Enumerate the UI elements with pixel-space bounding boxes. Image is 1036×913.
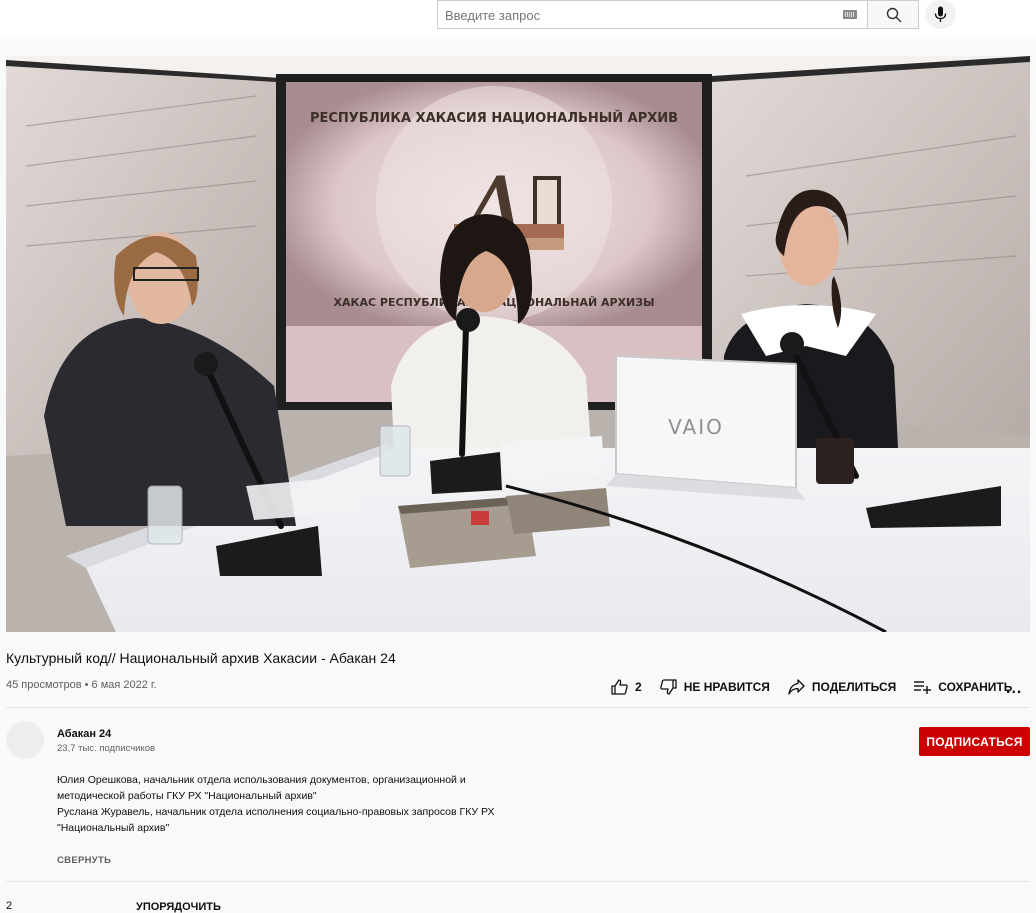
video-player[interactable]: A РЕСПУБЛИКА ХАКАСИЯ НАЦИОНАЛЬНЫЙ АРХИВ …: [6, 56, 1030, 632]
video-title: Культурный код// Национальный архив Хака…: [6, 650, 396, 666]
channel-name[interactable]: Абакан 24: [57, 728, 111, 740]
divider: [6, 881, 1030, 882]
playlist-add-icon: [914, 681, 932, 694]
description-line: Руслана Журавель, начальник отдела испол…: [57, 806, 495, 834]
upload-date: 6 мая 2022 г.: [91, 679, 157, 691]
view-count: 45 просмотров: [6, 679, 82, 691]
sort-comments-button[interactable]: УПОРЯДОЧИТЬ: [136, 901, 221, 913]
microphone-icon: [934, 6, 947, 22]
divider: [6, 707, 1030, 708]
backdrop-text-top: РЕСПУБЛИКА ХАКАСИЯ НАЦИОНАЛЬНЫЙ АРХИВ: [310, 110, 678, 126]
collapse-description-button[interactable]: СВЕРНУТЬ: [57, 855, 111, 866]
share-button[interactable]: ПОДЕЛИТЬСЯ: [788, 679, 896, 695]
save-button[interactable]: СОХРАНИТЬ: [914, 680, 1012, 694]
voice-search-button[interactable]: [925, 0, 956, 29]
description-line: Юлия Орешкова, начальник отдела использо…: [57, 774, 466, 802]
search-input[interactable]: [443, 1, 827, 29]
like-button[interactable]: 2: [611, 679, 642, 695]
share-label: ПОДЕЛИТЬСЯ: [811, 680, 897, 694]
channel-avatar[interactable]: [6, 721, 44, 759]
like-count: 2: [635, 680, 642, 694]
video-frame-illustration: A РЕСПУБЛИКА ХАКАСИЯ НАЦИОНАЛЬНЫЙ АРХИВ …: [6, 56, 1030, 632]
comment-count: 2: [6, 900, 13, 912]
thumbs-down-icon: [659, 679, 677, 695]
search-icon: [886, 7, 902, 23]
more-actions-button[interactable]: ...: [1006, 680, 1022, 698]
search-button[interactable]: [867, 0, 919, 29]
share-icon: [788, 679, 805, 695]
action-bar: 2 НЕ НРАВИТСЯ ПОДЕЛИТЬСЯ СОХРАНИТЬ: [611, 679, 1030, 695]
subscriber-count: 23,7 тыс. подписчиков: [57, 743, 156, 754]
laptop-brand: VAIO: [668, 415, 724, 439]
dislike-label: НЕ НРАВИТСЯ: [683, 680, 770, 694]
top-bar: [0, 0, 1036, 37]
dislike-button[interactable]: НЕ НРАВИТСЯ: [659, 679, 770, 695]
search-box[interactable]: [437, 0, 867, 29]
subscribe-button[interactable]: ПОДПИСАТЬСЯ: [919, 727, 1030, 756]
video-meta: 45 просмотров • 6 мая 2022 г.: [6, 679, 157, 691]
save-label: СОХРАНИТЬ: [938, 680, 1013, 694]
video-description: Юлия Орешкова, начальник отдела использо…: [57, 772, 527, 836]
keyboard-icon[interactable]: [843, 10, 857, 19]
meta-separator: •: [84, 679, 89, 691]
thumbs-up-icon: [611, 679, 628, 695]
